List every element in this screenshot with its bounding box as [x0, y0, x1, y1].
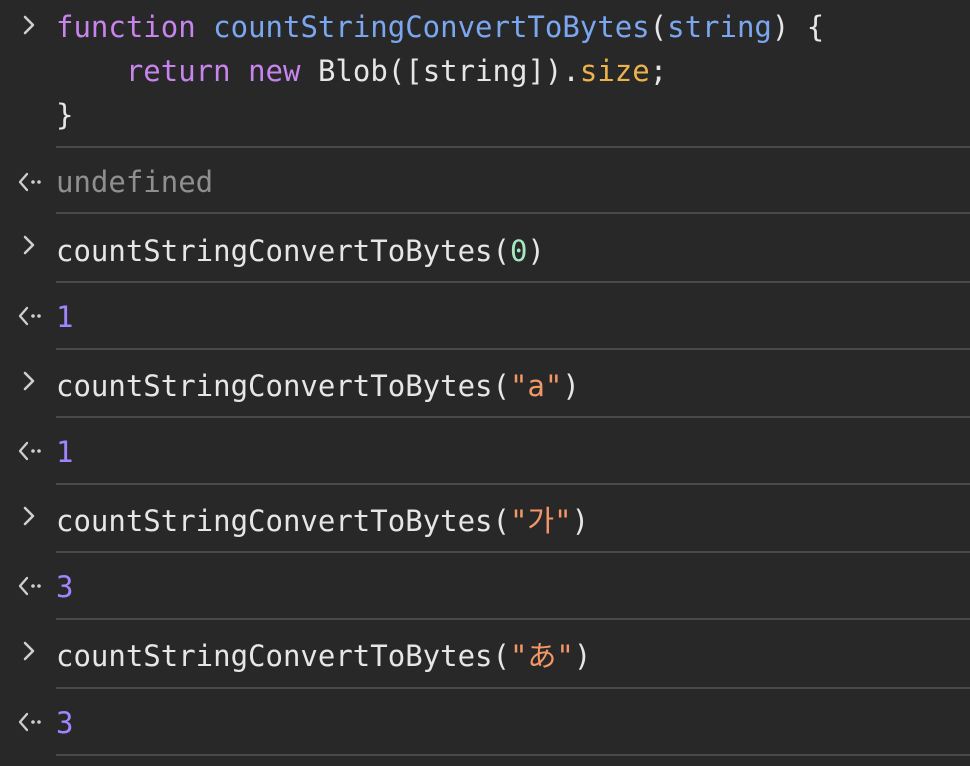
property-name: size	[579, 54, 650, 88]
entry-separator	[56, 687, 970, 689]
call-argument: "あ"	[509, 639, 574, 673]
entry-separator	[56, 146, 970, 148]
keyword-return: return	[125, 54, 231, 88]
return-arrow-icon	[14, 435, 46, 467]
devtools-console: function countStringConvertToBytes(strin…	[0, 0, 970, 766]
entry-separator	[56, 551, 970, 553]
paren-open: (	[649, 10, 668, 44]
paren-close: )	[562, 369, 580, 403]
paren-close: )	[527, 234, 545, 268]
return-arrow-icon	[14, 570, 46, 602]
output-value: undefined	[56, 165, 214, 199]
paren-close: )	[571, 504, 590, 538]
paren-close: )	[573, 639, 592, 673]
entry-separator	[56, 416, 970, 418]
keyword: function	[56, 10, 196, 44]
code-line: countStringConvertToBytes("a")	[56, 364, 580, 408]
chevron-right-icon	[14, 501, 46, 533]
call-argument: 0	[509, 234, 528, 268]
output-value: 3	[56, 706, 74, 740]
code-line: return new Blob([string]).size;	[56, 49, 667, 93]
output-value: 1	[56, 435, 74, 469]
param-name: string	[667, 10, 772, 44]
dot: .	[562, 54, 580, 88]
function-name: countStringConvertToBytes	[213, 10, 650, 44]
chevron-right-icon	[14, 366, 46, 398]
return-arrow-icon	[14, 166, 46, 198]
call-argument: "가"	[509, 504, 572, 538]
entry-separator	[56, 618, 970, 620]
code-line: }	[56, 93, 73, 137]
entry-separator	[56, 754, 970, 756]
call-args: ([string])	[387, 54, 563, 88]
paren-close-brace: ) {	[771, 10, 825, 44]
entry-separator	[56, 212, 970, 214]
call-argument: "a"	[509, 369, 563, 403]
entry-separator	[56, 483, 970, 485]
function-call: countStringConvertToBytes(	[56, 234, 510, 268]
class-name: Blob	[317, 54, 388, 88]
return-arrow-icon	[14, 706, 46, 738]
closing-brace: }	[56, 98, 74, 132]
code-line: countStringConvertToBytes(0)	[56, 229, 545, 273]
entry-separator	[56, 348, 970, 350]
output-value: 3	[56, 570, 74, 604]
output-value: 1	[56, 300, 74, 334]
entry-separator	[56, 281, 970, 283]
code-line: countStringConvertToBytes("あ")	[56, 634, 591, 678]
function-call: countStringConvertToBytes(	[56, 639, 510, 673]
chevron-right-icon	[14, 10, 46, 42]
function-call: countStringConvertToBytes(	[56, 504, 510, 538]
chevron-right-icon	[14, 230, 46, 262]
chevron-right-icon	[14, 636, 46, 668]
code-line: function countStringConvertToBytes(strin…	[56, 5, 824, 49]
code-line: countStringConvertToBytes("가")	[56, 499, 589, 543]
keyword-new: new	[248, 54, 301, 88]
semicolon: ;	[649, 54, 668, 88]
function-call: countStringConvertToBytes(	[56, 369, 510, 403]
return-arrow-icon	[14, 300, 46, 332]
